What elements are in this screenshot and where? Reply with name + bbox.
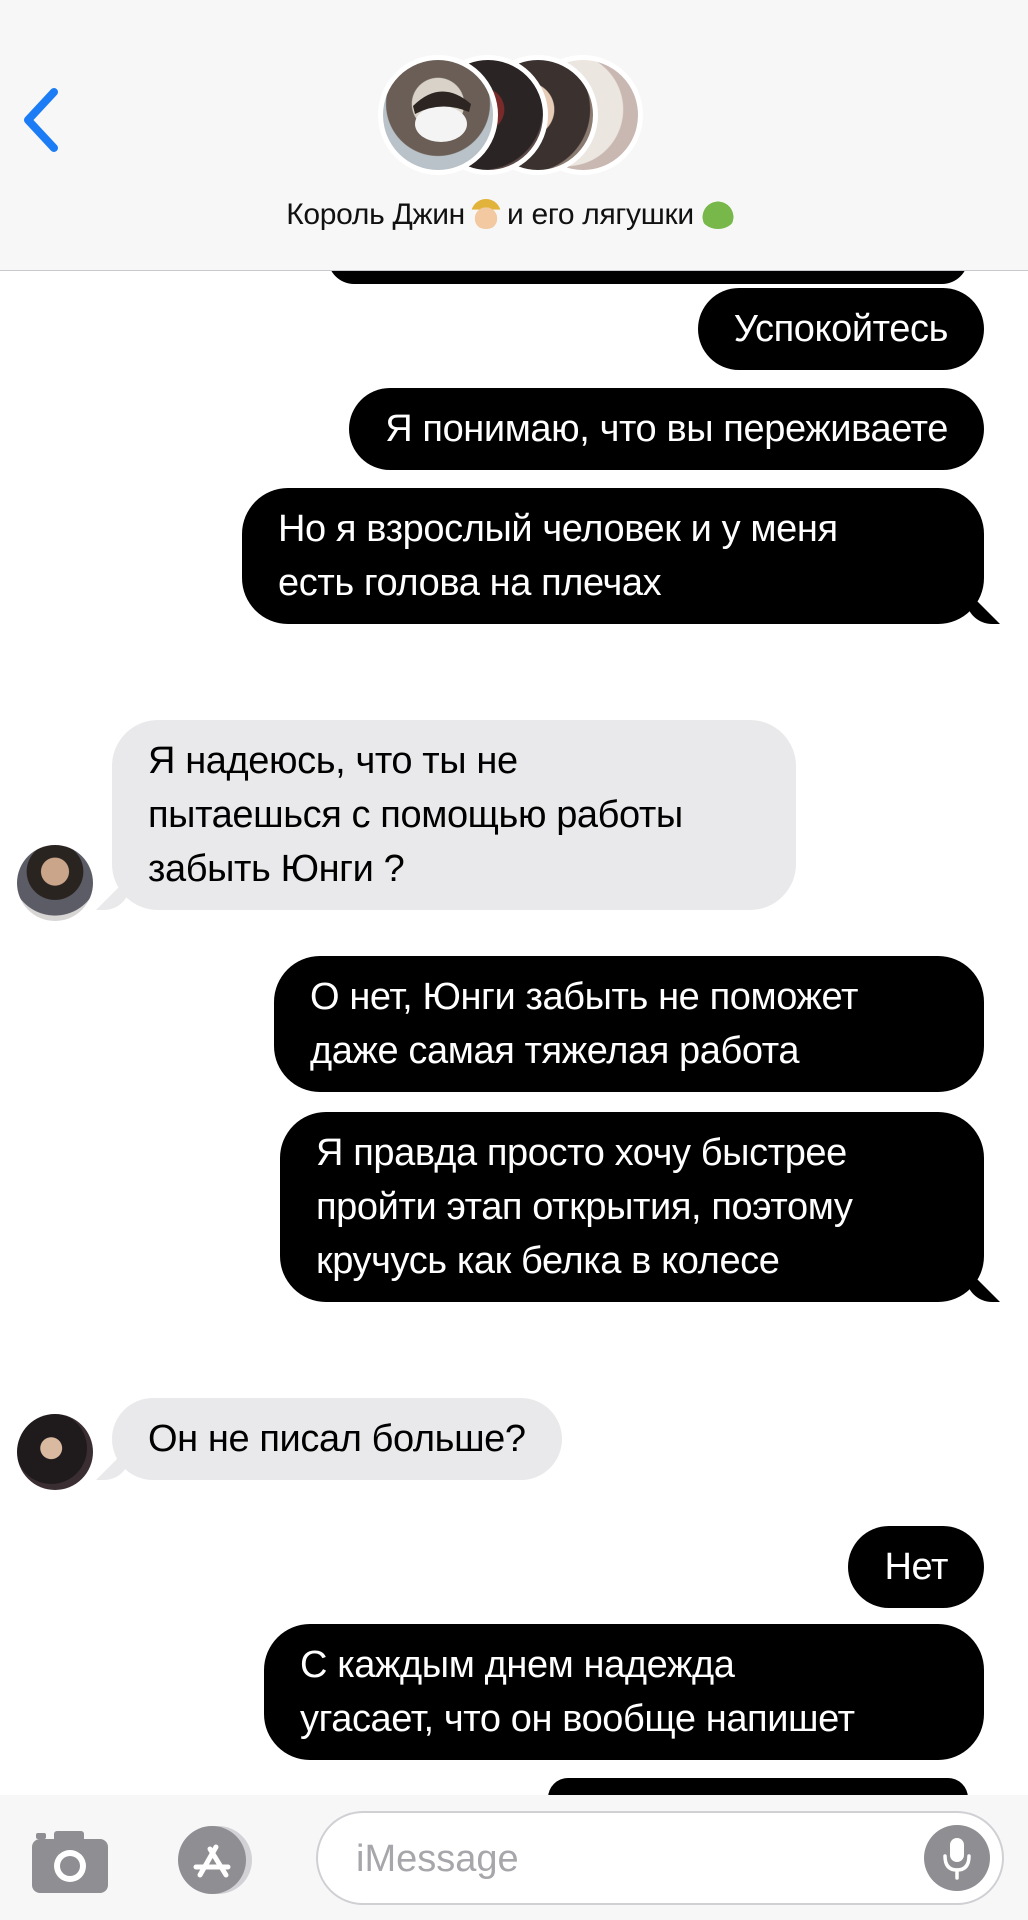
message-bubble-outgoing[interactable]: Успокойтесь [697, 288, 984, 370]
chat-title-text: и его лягушки [506, 198, 694, 231]
message-bubble-outgoing[interactable]: Я правда просто хочу быстрее пройти этап… [280, 1112, 984, 1302]
microphone-icon [943, 1838, 971, 1880]
dictation-button[interactable] [924, 1825, 990, 1891]
participant-avatar [378, 55, 498, 175]
app-store-icon [178, 1826, 252, 1894]
camera-icon [32, 1831, 108, 1893]
chevron-left-icon [24, 88, 58, 152]
message-bubble-incoming[interactable]: Он не писал больше? [112, 1398, 562, 1480]
message-thread[interactable]: Успокойтесь Я понимаю, что вы переживает… [0, 0, 1028, 1920]
message-bubble-incoming[interactable]: Я надеюсь, что ты не пытаешься с помощью… [112, 720, 796, 910]
group-avatars[interactable] [378, 55, 648, 180]
chat-title[interactable]: Король Джин и его лягушки [0, 198, 1028, 232]
message-bubble-outgoing[interactable]: Но я взрослый человек и у меня есть голо… [242, 488, 984, 624]
message-bubble-outgoing[interactable]: О нет, Юнги забыть не поможет даже самая… [274, 956, 984, 1092]
conversation-header: Король Джин и его лягушки [0, 0, 1028, 271]
camera-button[interactable] [28, 1825, 112, 1897]
chat-title-text: Король Джин [286, 198, 465, 231]
message-input-container[interactable] [316, 1811, 1004, 1905]
message-bubble-outgoing[interactable]: Я понимаю, что вы переживаете [349, 388, 984, 470]
sender-avatar[interactable] [17, 845, 93, 921]
crown-emoji-icon [470, 199, 501, 229]
composer-bar [0, 1795, 1028, 1920]
message-bubble-outgoing[interactable]: Нет [848, 1526, 984, 1608]
app-store-button[interactable] [170, 1823, 258, 1897]
frog-emoji-icon [699, 199, 736, 229]
message-input[interactable] [354, 1813, 898, 1905]
message-bubble-outgoing[interactable]: С каждым днем надежда угасает, что он во… [264, 1624, 984, 1760]
face-photo-icon [413, 91, 471, 142]
back-button[interactable] [10, 80, 70, 160]
sender-avatar[interactable] [17, 1414, 93, 1490]
